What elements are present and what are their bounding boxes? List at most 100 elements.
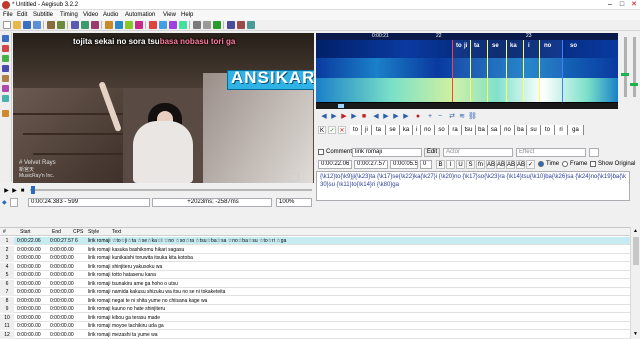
karaoke-syllable[interactable]: ka xyxy=(400,125,413,135)
selection-end-marker[interactable] xyxy=(562,40,563,102)
grid-tag-icon[interactable] xyxy=(237,21,245,29)
karaoke-accept-icon[interactable]: ✓ xyxy=(328,126,336,134)
rotate-xy-icon[interactable] xyxy=(2,65,9,72)
styles-manager-icon[interactable] xyxy=(149,21,157,29)
karaoke-syllable[interactable]: tsu xyxy=(462,125,476,135)
video-seek-thumb[interactable] xyxy=(31,186,35,194)
play-end-icon[interactable]: ▶ xyxy=(402,113,410,121)
save-as-icon[interactable] xyxy=(33,21,41,29)
karaoke-syllable[interactable]: so xyxy=(435,125,449,135)
grid-row[interactable]: 8 0:00:00.00 0:00:00.00 lirik romaji negai t… xyxy=(0,296,630,305)
spellcheck-icon[interactable] xyxy=(213,21,221,29)
grid-row[interactable]: 9 0:00:00.00 0:00:00.00 lirik romaji kuuno n… xyxy=(0,305,630,313)
menu-subtitle[interactable]: Subtitle xyxy=(33,11,53,19)
karaoke-syllable[interactable]: ta xyxy=(372,125,386,135)
karaoke-syllable[interactable]: se xyxy=(386,125,400,135)
font-button[interactable]: fn xyxy=(476,160,485,169)
fonts-collector-icon[interactable] xyxy=(91,21,99,29)
help-icon[interactable] xyxy=(247,21,255,29)
show-original-checkbox[interactable] xyxy=(590,161,596,167)
drag-tool-icon[interactable] xyxy=(2,45,9,52)
commit-icon[interactable]: ● xyxy=(414,113,422,121)
zoom-out-icon[interactable]: − xyxy=(436,113,444,121)
replace-icon[interactable] xyxy=(203,21,211,29)
translation-assistant-icon[interactable] xyxy=(169,21,177,29)
grid-scroll-thumb[interactable] xyxy=(633,237,639,265)
grid-row[interactable]: 5 0:00:00.00 0:00:00.00 lirik romaji totto h… xyxy=(0,271,630,279)
grid-row[interactable]: 6 0:00:00.00 0:00:00.00 lirik romaji tsunaki… xyxy=(0,279,630,288)
vector-clip-icon[interactable] xyxy=(2,95,9,102)
syllable-boundary[interactable] xyxy=(539,40,540,102)
karaoke-syllable[interactable]: ba xyxy=(476,125,488,135)
grid-scrollbar[interactable]: ▲ ▼ xyxy=(630,227,640,339)
link-volume-icon[interactable]: ⛓ xyxy=(468,113,477,121)
rotate-z-icon[interactable] xyxy=(2,55,9,62)
lock-toggle[interactable] xyxy=(10,198,18,207)
open-video-icon[interactable] xyxy=(47,21,55,29)
automation-icon[interactable] xyxy=(105,21,113,29)
play-line-icon[interactable]: ▶ xyxy=(11,187,18,195)
grid-row[interactable]: 1 0:00:22.06 0:00:27.57 6 lirik romaji ☆to☆ji… xyxy=(0,237,630,245)
stop-audio-icon[interactable]: ■ xyxy=(360,113,368,121)
audio-selection-region[interactable] xyxy=(452,40,562,102)
scale-tool-icon[interactable] xyxy=(2,75,9,82)
strikeout-button[interactable]: S xyxy=(466,160,475,169)
shadow-color-button[interactable]: AB xyxy=(516,160,525,169)
menu-view[interactable]: View xyxy=(163,11,176,19)
play-start-icon[interactable]: ▶ xyxy=(392,113,400,121)
menu-edit[interactable]: Edit xyxy=(17,11,27,19)
attachments-icon[interactable] xyxy=(81,21,89,29)
video-display[interactable]: tojita sekai no sora tsubasa nobasu tori… xyxy=(13,33,314,183)
play-icon[interactable]: ▶ xyxy=(3,187,10,195)
menu-file[interactable]: File xyxy=(3,11,13,19)
maximize-button[interactable]: □ xyxy=(616,0,628,10)
audio-scroll-thumb[interactable] xyxy=(338,104,344,108)
audio-spectrum-display[interactable]: 0:00:21 22 23 to ji ta se ka i no so xyxy=(316,33,618,109)
audio-scrollbar[interactable] xyxy=(316,103,618,109)
syllable-boundary[interactable] xyxy=(470,40,471,102)
grid-row[interactable]: 11 0:00:00.00 0:00:00.00 lirik romaji moyoe … xyxy=(0,322,630,330)
menu-automation[interactable]: Automation xyxy=(125,11,155,19)
close-button[interactable]: ✕ xyxy=(628,0,640,10)
video-seek-bar[interactable] xyxy=(30,189,312,191)
horizontal-zoom-slider[interactable] xyxy=(624,37,627,97)
karaoke-syllable[interactable]: to xyxy=(541,125,555,135)
volume-slider[interactable] xyxy=(633,37,636,97)
bold-button[interactable]: B xyxy=(436,160,445,169)
effect-input[interactable]: Effect xyxy=(516,148,586,157)
zoom-in-icon[interactable]: + xyxy=(426,113,434,121)
aegisub-app-icon[interactable] xyxy=(2,1,10,9)
zoom-select[interactable]: 100% xyxy=(276,198,312,207)
selection-start-marker[interactable] xyxy=(452,40,453,102)
underline-button[interactable]: U xyxy=(456,160,465,169)
new-file-icon[interactable] xyxy=(3,21,11,29)
menu-help[interactable]: Help xyxy=(181,11,193,19)
start-time-field[interactable]: 0:00:22.06 xyxy=(318,160,352,169)
stop-icon[interactable]: ■ xyxy=(19,187,26,195)
primary-color-button[interactable]: AB xyxy=(486,160,495,169)
actor-input[interactable]: Actor xyxy=(443,148,513,157)
kanji-timer-icon[interactable] xyxy=(135,21,143,29)
properties-icon[interactable] xyxy=(71,21,79,29)
play-selection-icon[interactable]: ▶ xyxy=(340,113,348,121)
save-icon[interactable] xyxy=(23,21,31,29)
karaoke-syllable[interactable]: ri xyxy=(555,125,568,135)
secondary-color-button[interactable]: AB xyxy=(496,160,505,169)
play-after-icon[interactable]: ▶ xyxy=(382,113,390,121)
scroll-up-icon[interactable]: ▲ xyxy=(633,228,638,234)
resample-icon[interactable] xyxy=(179,21,187,29)
scroll-down-icon[interactable]: ▼ xyxy=(633,331,638,337)
menu-timing[interactable]: Timing xyxy=(60,11,78,19)
previous-line-icon[interactable]: ◀ xyxy=(320,113,328,121)
karaoke-syllable[interactable]: ra xyxy=(449,125,462,135)
grid-row[interactable]: 10 0:00:00.00 0:00:00.00 lirik romaji kibou … xyxy=(0,313,630,322)
grid-row[interactable]: 7 0:00:00.00 0:00:00.00 lirik romaji namida … xyxy=(0,288,630,296)
menu-video[interactable]: Video xyxy=(83,11,98,19)
syllable-boundary[interactable] xyxy=(506,40,507,102)
outline-color-button[interactable]: AB xyxy=(506,160,515,169)
standard-tool-icon[interactable] xyxy=(2,35,9,42)
volume-thumb[interactable] xyxy=(630,83,638,86)
menu-audio[interactable]: Audio xyxy=(103,11,118,19)
karaoke-syllable[interactable]: su xyxy=(527,125,541,135)
subtitle-icon[interactable] xyxy=(2,110,9,117)
